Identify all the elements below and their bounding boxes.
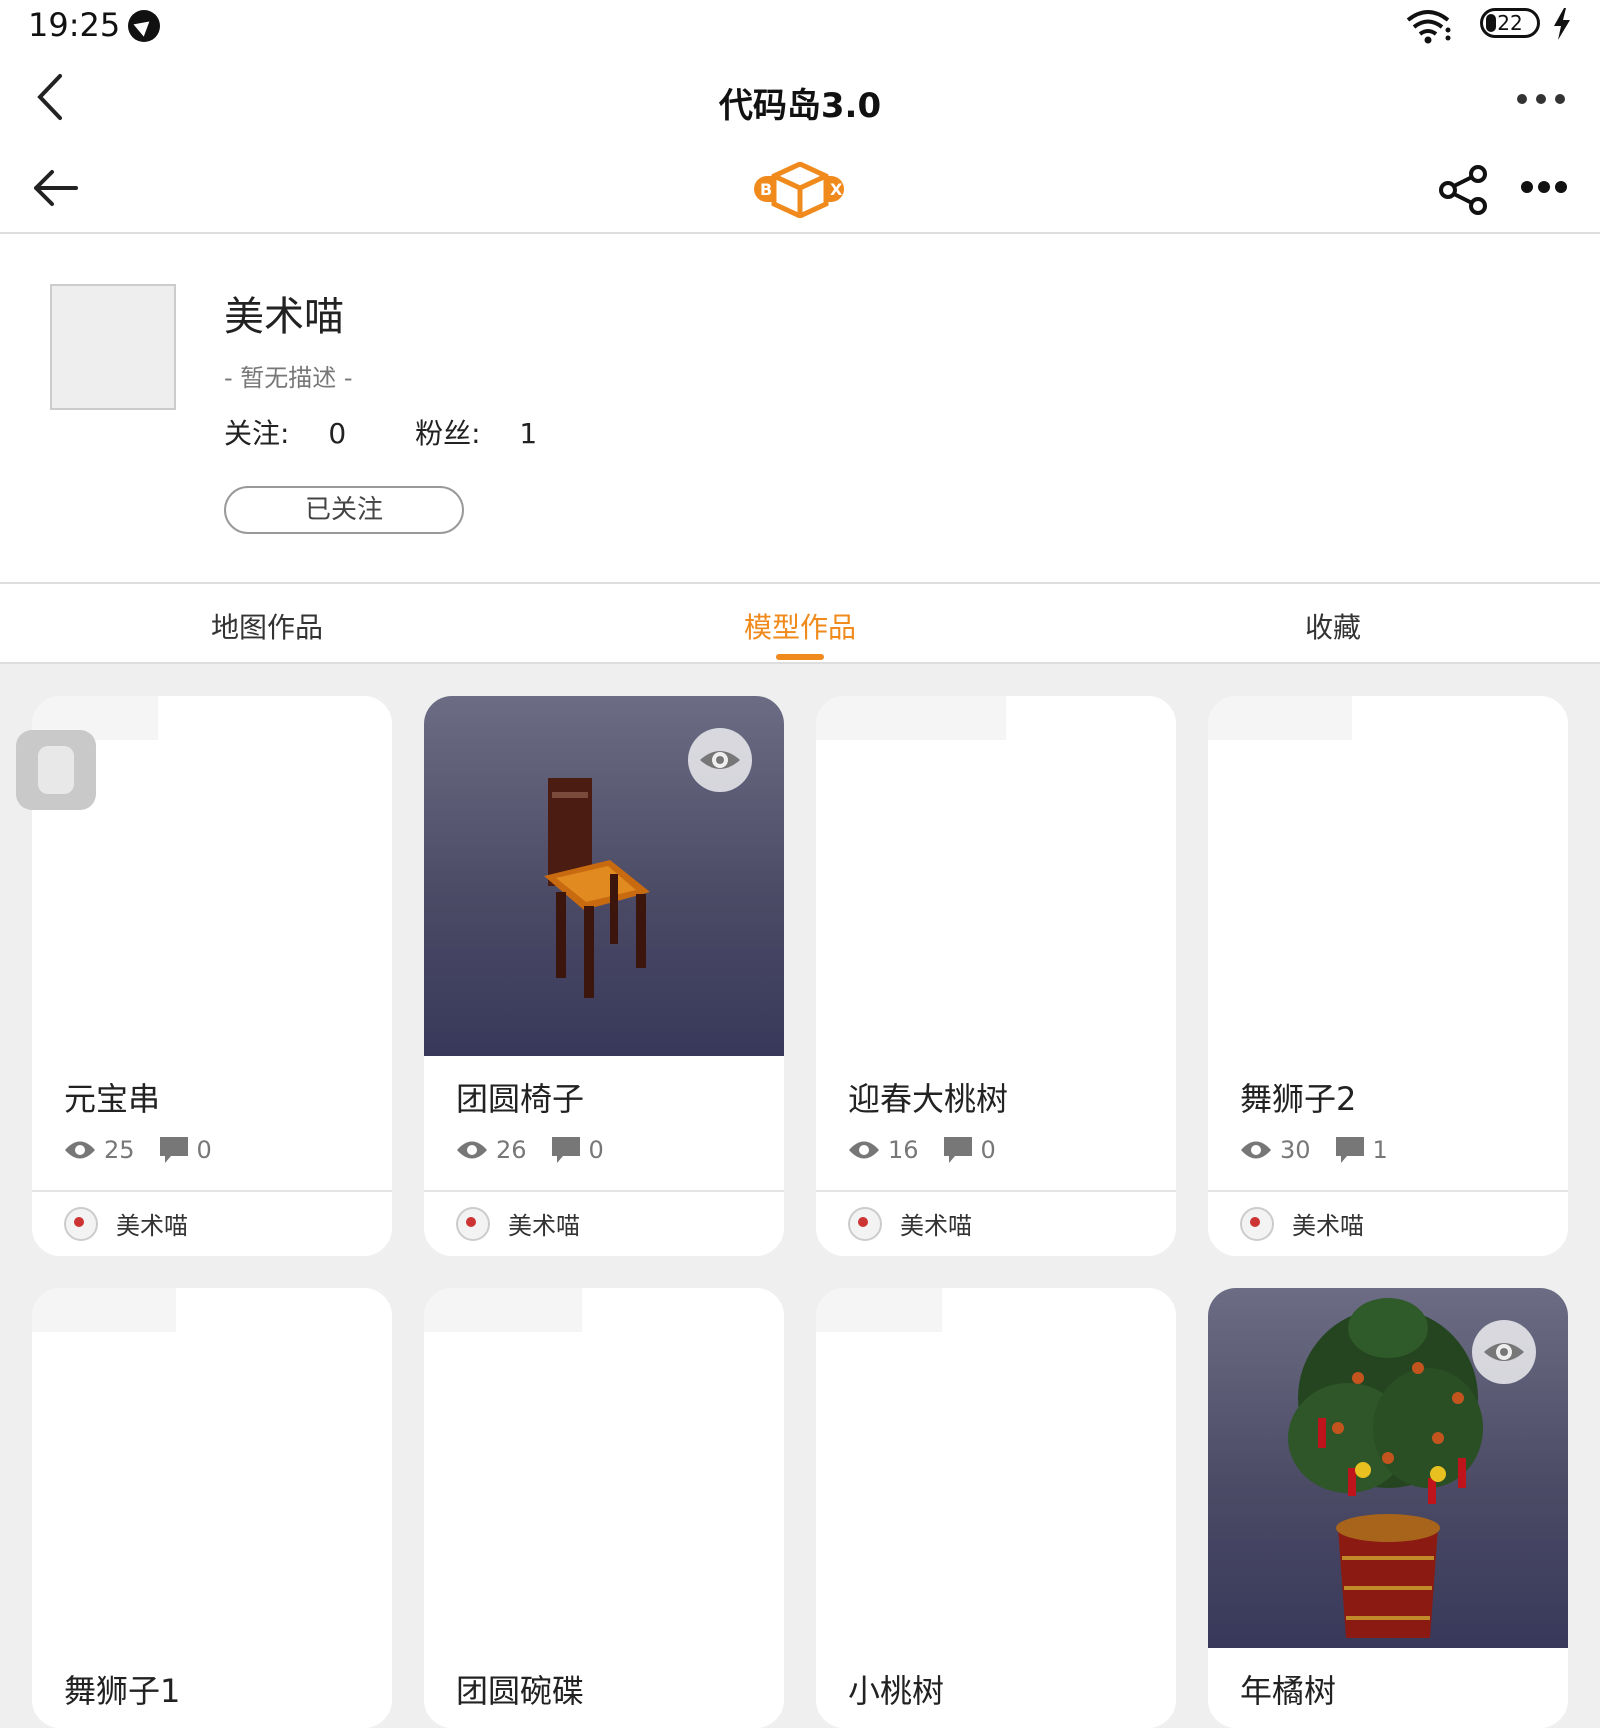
following-count: 0 — [328, 417, 347, 450]
work-card[interactable]: 小桃树 — [816, 1288, 1176, 1728]
work-meta: 25 0 — [64, 1136, 236, 1164]
work-author[interactable]: 美术喵 — [1240, 1206, 1364, 1241]
author-avatar — [848, 1206, 882, 1241]
views-count: 30 — [1280, 1136, 1311, 1164]
app-bar: B X — [0, 148, 1600, 234]
more-options-icon[interactable] — [1516, 92, 1566, 106]
author-avatar — [1240, 1206, 1274, 1241]
work-card[interactable]: 舞狮子1 — [32, 1288, 392, 1728]
work-thumbnail — [1208, 696, 1568, 1056]
tab-favorites[interactable]: 收藏 — [1183, 606, 1483, 646]
status-bar: 19:25 22 — [0, 0, 1600, 52]
active-tab-indicator — [776, 654, 824, 660]
profile-name: 美术喵 — [224, 294, 344, 340]
more-menu-icon[interactable] — [1520, 178, 1568, 196]
work-title: 团圆碗碟 — [456, 1672, 585, 1710]
work-title: 舞狮子1 — [64, 1672, 181, 1710]
work-thumbnail — [32, 1288, 392, 1648]
work-thumbnail — [816, 1288, 1176, 1648]
views-icon — [457, 1141, 487, 1159]
charging-icon — [1554, 8, 1570, 40]
tab-map-works[interactable]: 地图作品 — [117, 606, 417, 646]
content-tabs: 地图作品 模型作品 收藏 — [0, 584, 1600, 664]
views-icon — [849, 1141, 879, 1159]
work-author[interactable]: 美术喵 — [456, 1206, 580, 1241]
comments-icon — [943, 1137, 972, 1163]
author-avatar — [64, 1206, 98, 1241]
box-logo-icon: B X — [754, 162, 844, 218]
work-title: 小桃树 — [848, 1672, 945, 1710]
work-card[interactable]: 舞狮子2 30 1 美术喵 — [1208, 696, 1568, 1256]
comments-icon — [551, 1137, 580, 1163]
work-title: 舞狮子2 — [1240, 1080, 1357, 1118]
views-count: 26 — [496, 1136, 527, 1164]
floating-toggle-button[interactable] — [16, 730, 96, 810]
comments-icon — [159, 1137, 188, 1163]
comments-count: 0 — [196, 1136, 212, 1164]
preview-button[interactable] — [1472, 1320, 1536, 1384]
profile-section: 美术喵 - 暂无描述 - 关注: 0 粉丝: 1 已关注 — [0, 234, 1600, 584]
work-card[interactable]: 团圆椅子 26 0 美术喵 — [424, 696, 784, 1256]
fans-count: 1 — [519, 417, 538, 450]
battery-indicator: 22 — [1480, 8, 1540, 38]
views-icon — [1241, 1141, 1271, 1159]
navigation-app-icon — [128, 10, 160, 42]
comments-icon — [1335, 1137, 1364, 1163]
author-name: 美术喵 — [900, 1212, 972, 1240]
share-icon[interactable] — [1438, 164, 1488, 216]
status-time: 19:25 — [28, 6, 121, 44]
views-count: 16 — [888, 1136, 919, 1164]
comments-count: 1 — [1372, 1136, 1388, 1164]
work-thumbnail — [424, 1288, 784, 1648]
eye-icon — [1484, 1343, 1524, 1361]
work-thumbnail — [424, 696, 784, 1056]
page-title: 代码岛3.0 — [718, 86, 882, 126]
views-icon — [65, 1141, 95, 1159]
views-count: 25 — [104, 1136, 135, 1164]
comments-count: 0 — [588, 1136, 604, 1164]
comments-count: 0 — [980, 1136, 996, 1164]
title-bar: 代码岛3.0 — [0, 52, 1600, 148]
work-title: 年橘树 — [1240, 1672, 1337, 1710]
preview-button[interactable] — [688, 728, 752, 792]
work-meta: 16 0 — [848, 1136, 1020, 1164]
work-thumbnail — [816, 696, 1176, 1056]
follow-button[interactable]: 已关注 — [224, 486, 464, 534]
work-card[interactable]: 迎春大桃树 16 0 美术喵 — [816, 696, 1176, 1256]
battery-level: 22 — [1497, 11, 1523, 35]
author-name: 美术喵 — [1292, 1212, 1364, 1240]
work-card[interactable]: 年橘树 — [1208, 1288, 1568, 1728]
work-title: 团圆椅子 — [456, 1080, 585, 1118]
work-title: 元宝串 — [64, 1080, 161, 1118]
profile-description: - 暂无描述 - — [224, 364, 353, 392]
author-name: 美术喵 — [116, 1212, 188, 1240]
work-title: 迎春大桃树 — [848, 1080, 1009, 1118]
profile-stats: 关注: 0 粉丝: 1 — [224, 412, 597, 452]
work-author[interactable]: 美术喵 — [64, 1206, 188, 1241]
following-stat[interactable]: 关注: 0 — [224, 417, 376, 450]
tab-model-works[interactable]: 模型作品 — [650, 606, 950, 646]
work-thumbnail — [1208, 1288, 1568, 1648]
author-name: 美术喵 — [508, 1212, 580, 1240]
eye-icon — [700, 751, 740, 769]
work-meta: 30 1 — [1240, 1136, 1412, 1164]
back-arrow-icon[interactable] — [32, 168, 78, 208]
following-label: 关注: — [224, 417, 290, 450]
author-avatar — [456, 1206, 490, 1241]
work-card[interactable]: 团圆碗碟 — [424, 1288, 784, 1728]
svg-text:B: B — [760, 180, 772, 199]
fans-label: 粉丝: — [415, 417, 481, 450]
svg-text:X: X — [830, 180, 843, 199]
profile-avatar — [50, 284, 176, 410]
work-author[interactable]: 美术喵 — [848, 1206, 972, 1241]
wifi-icon — [1406, 10, 1451, 44]
fans-stat[interactable]: 粉丝: 1 — [415, 417, 567, 450]
work-meta: 26 0 — [456, 1136, 628, 1164]
